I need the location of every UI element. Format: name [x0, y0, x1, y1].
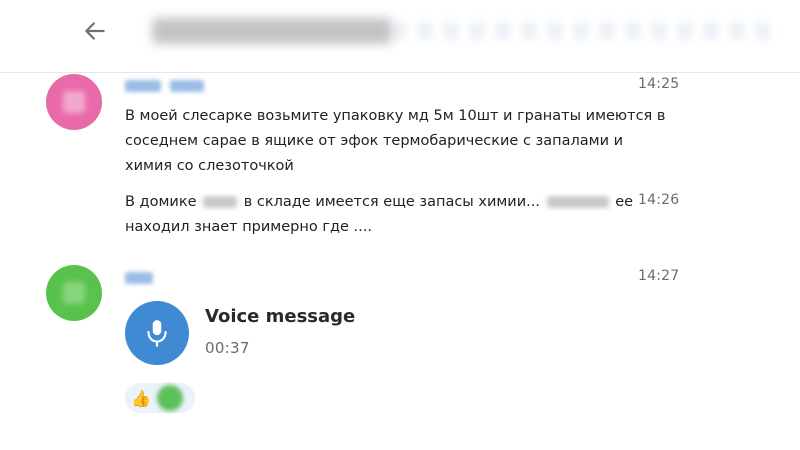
message-time: 14:26: [638, 192, 680, 208]
microphone-icon: [147, 320, 167, 347]
message-line: В моей слесарке возьмите упаковку мд 5м …: [125, 108, 666, 124]
message-time: 14:25: [638, 76, 680, 92]
avatar-initials-redacted: [63, 91, 85, 113]
chat-subtitle-redacted: [392, 22, 772, 40]
sender-name-redacted[interactable]: [170, 80, 204, 92]
thumbs-up-reaction[interactable]: 👍: [131, 389, 151, 408]
message-fragment: в складе имеется еще запасы химии...: [243, 194, 540, 210]
redacted-text: [203, 196, 238, 208]
message-fragment: ее: [615, 194, 634, 210]
reactions-bar[interactable]: 👍: [125, 383, 195, 413]
back-button[interactable]: [78, 14, 112, 48]
arrow-left-icon: [85, 22, 105, 40]
chat-header: [0, 0, 800, 73]
message-text: В домике в складе имеется еще запасы хим…: [125, 190, 633, 240]
voice-message-duration: 00:37: [205, 339, 250, 357]
message-fragment: В домике: [125, 194, 197, 210]
voice-message-title: Voice message: [205, 306, 356, 327]
message-line: химия со слезоточкой: [125, 158, 294, 174]
message-text: В моей слесарке возьмите упаковку мд 5м …: [125, 104, 665, 179]
message-line: находил знает примерно где ....: [125, 219, 372, 235]
message-line: В домике в складе имеется еще запасы хим…: [125, 190, 633, 215]
message-line: соседнем сарае в ящике от эфок термобари…: [125, 133, 624, 149]
chat-title-redacted: [152, 18, 392, 44]
sender-name-redacted[interactable]: [125, 80, 161, 92]
avatar[interactable]: [46, 265, 102, 321]
message-time: 14:27: [638, 268, 680, 284]
avatar[interactable]: [46, 74, 102, 130]
avatar-initials-redacted: [63, 282, 85, 304]
redacted-text: [546, 196, 609, 208]
sender-name-redacted[interactable]: [125, 272, 153, 284]
play-voice-button[interactable]: [125, 301, 189, 365]
reactor-avatar-redacted: [156, 385, 183, 411]
